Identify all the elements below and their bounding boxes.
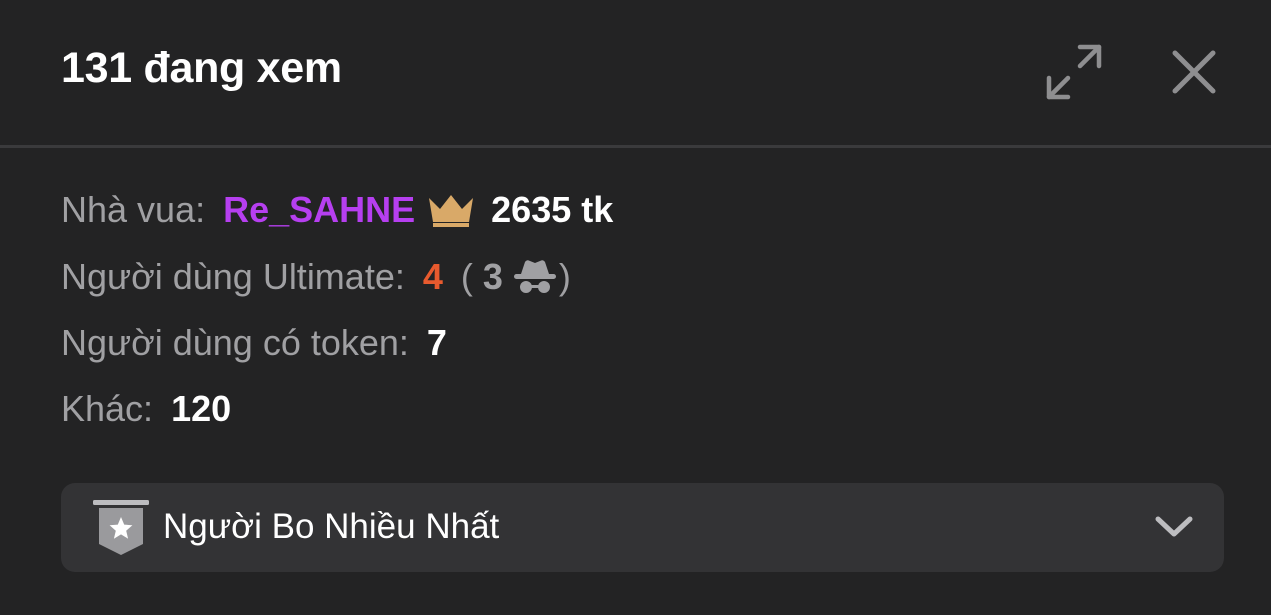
ultimate-row: Người dùng Ultimate: 4 ( 3 ) [61, 255, 571, 299]
top-donors-label: Người Bo Nhiều Nhất [163, 507, 500, 546]
crown-icon [429, 195, 474, 227]
king-tokens: 2635 tk [491, 189, 614, 230]
token-users-label: Người dùng có token: [61, 322, 409, 363]
king-row: Nhà vua: Re_SAHNE 2635 tk [61, 188, 613, 232]
king-label: Nhà vua: [61, 189, 206, 230]
incognito-spy-icon [513, 260, 556, 293]
close-paren: ) [558, 256, 571, 297]
ultimate-count: 4 [422, 256, 443, 297]
expand-arrows-icon[interactable] [1044, 42, 1104, 102]
star-badge-icon [93, 500, 149, 555]
token-users-count: 7 [426, 322, 447, 363]
king-username[interactable]: Re_SAHNE [223, 188, 415, 232]
top-donors-dropdown[interactable]: Người Bo Nhiều Nhất [61, 483, 1224, 572]
header-divider [0, 145, 1271, 148]
ultimate-label: Người dùng Ultimate: [61, 256, 405, 297]
other-row: Khác: 120 [61, 387, 231, 431]
close-icon[interactable] [1166, 44, 1222, 100]
open-paren: ( [460, 256, 473, 297]
other-count: 120 [171, 388, 232, 429]
chevron-down-icon[interactable] [1154, 513, 1194, 541]
viewers-header: 131 đang xem [0, 0, 1271, 146]
anonymous-count: 3 [482, 256, 503, 297]
token-users-row: Người dùng có token: 7 [61, 321, 447, 365]
other-label: Khác: [61, 388, 154, 429]
viewers-title: 131 đang xem [61, 44, 342, 92]
